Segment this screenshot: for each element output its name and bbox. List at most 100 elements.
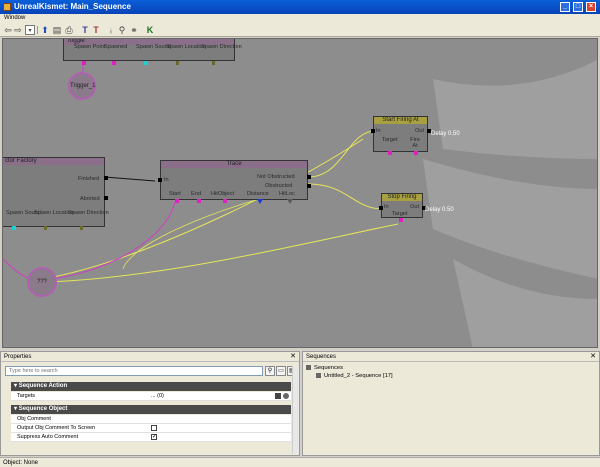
zoom-icon[interactable]: ⚲ (117, 25, 127, 35)
add-icon[interactable] (275, 393, 281, 399)
sequences-header: Sequences ✕ (303, 352, 599, 362)
tree-item-label: Sequences (314, 365, 344, 371)
property-row-obj-comment[interactable]: Obj Comment (11, 415, 291, 424)
status-text: Object: None (3, 460, 39, 466)
stop-firing-pin-label: Target (392, 211, 408, 217)
close-icon[interactable]: ✕ (590, 352, 596, 362)
trace-pin[interactable] (175, 199, 179, 203)
factory-finished-pin[interactable] (104, 176, 108, 180)
toggle-pin[interactable] (212, 61, 215, 65)
sequence-icon (316, 372, 321, 378)
object-variable[interactable]: ??? (27, 267, 57, 297)
text-icon[interactable]: T (80, 25, 90, 35)
toolbar: ⇦ ⇨ ▾ ⬆ ▤ ⎙ T T ᵢ ⚲ ⚭ K (0, 23, 600, 37)
start-firing-node[interactable]: Start Firing At In Out Target Fire At (371, 116, 431, 155)
toggle-pin[interactable] (144, 61, 148, 65)
category-sequence-action[interactable]: ▾ Sequence Action (11, 382, 291, 391)
maximize-button[interactable]: □ (573, 2, 583, 12)
factory-node-title: ctor Factory (3, 158, 104, 165)
property-row-suppress-comment[interactable]: Suppress Auto Comment ✓ (11, 433, 291, 442)
trigger-variable[interactable]: Trigger_1 (68, 72, 96, 100)
kismet-canvas[interactable]: Toggle Spawn Point Spawned Spawn Sound S… (2, 38, 598, 348)
property-value: ... (0) (151, 393, 164, 399)
dropdown-icon[interactable]: ▾ (25, 25, 35, 35)
category-sequence-object[interactable]: ▾ Sequence Object (11, 405, 291, 414)
trace-out-not-obstructed: Not Obstructed (257, 174, 295, 180)
forward-icon[interactable]: ⇨ (13, 25, 23, 35)
trace-out-obstructed: Obstructed (265, 183, 293, 189)
category-label: Sequence Object (18, 406, 68, 412)
factory-pin[interactable] (12, 226, 16, 230)
close-button[interactable]: × (586, 2, 596, 12)
actor-factory-node[interactable]: ctor Factory Finished Aborted Spawn Soun… (3, 157, 109, 230)
print-icon[interactable]: ⎙ (64, 25, 74, 35)
clear-search-icon[interactable]: ▭ (276, 366, 286, 376)
trace-pin[interactable] (287, 199, 293, 204)
menu-window[interactable]: Window (4, 15, 25, 21)
sequences-panel: Sequences ✕ Sequences Untitled_2 - Seque… (302, 351, 600, 456)
toggle-pin-label: Spawn Direction (201, 44, 242, 50)
factory-out-aborted: Aborted (80, 196, 100, 202)
clear-icon[interactable] (283, 393, 289, 399)
toolbar-separator (37, 26, 38, 34)
text-alt-icon[interactable]: T (91, 25, 101, 35)
properties-search-input[interactable] (5, 366, 263, 376)
property-label: Obj Comment (17, 416, 51, 422)
start-firing-pin-label: Fire At (410, 137, 420, 149)
trace-pin[interactable] (223, 199, 227, 203)
trace-in-label: In (164, 177, 169, 183)
window-title: UnrealKismet: Main_Sequence (14, 2, 131, 11)
start-firing-in-pin[interactable] (371, 129, 375, 133)
trace-not-obstructed-pin[interactable] (307, 175, 311, 179)
trace-pin-label: HitLoc (279, 191, 295, 197)
toggle-pin[interactable] (176, 61, 179, 65)
stop-firing-in-pin[interactable] (379, 206, 383, 210)
property-row-targets[interactable]: Targets ... (0) (11, 392, 291, 401)
factory-pin-label: Spawn Direction (68, 210, 109, 216)
trace-obstructed-pin[interactable] (307, 184, 311, 188)
tree-item-label: Untitled_2 - Sequence [17] (324, 373, 393, 379)
properties-panel: Properties ✕ ⚲ ▭ ▤ ▾ Sequence Action Tar… (0, 351, 300, 456)
back-icon[interactable]: ⇦ (3, 25, 13, 35)
trace-in-pin[interactable] (158, 178, 162, 182)
factory-aborted-pin[interactable] (104, 196, 108, 200)
toggle-pin[interactable] (82, 61, 86, 65)
wire-var-stop-target (42, 223, 399, 283)
trace-node[interactable]: Trace In Not Obstructed Obstructed Start… (158, 160, 311, 204)
stop-firing-target-pin[interactable] (399, 218, 403, 222)
factory-out-finished: Finished (78, 176, 100, 182)
toggle-pin[interactable] (112, 61, 116, 65)
stop-firing-node[interactable]: Stop Firing In Out Target (379, 193, 426, 222)
trace-pin-label: End (191, 191, 201, 197)
output-comment-checkbox[interactable] (151, 425, 157, 431)
start-firing-fireat-pin[interactable] (414, 151, 418, 155)
toggle-node[interactable]: Toggle Spawn Point Spawned Spawn Sound S… (63, 39, 242, 65)
property-label: Targets (17, 393, 36, 399)
up-icon[interactable]: ⬆ (40, 25, 50, 35)
factory-pin[interactable] (44, 226, 47, 230)
factory-pin[interactable] (80, 226, 83, 230)
trace-pin[interactable] (257, 199, 263, 204)
properties-scrollbar[interactable] (292, 366, 299, 454)
trace-node-title: Trace (161, 161, 307, 168)
search-icon[interactable]: ᵢ (106, 25, 116, 35)
suppress-comment-checkbox[interactable]: ✓ (151, 434, 157, 440)
trace-pin[interactable] (197, 199, 201, 203)
start-firing-in-label: In (376, 128, 381, 134)
trace-pin-label: Start (169, 191, 181, 197)
stop-firing-out-label: Out (410, 204, 420, 210)
app-icon (3, 3, 11, 11)
link-icon[interactable]: ⚭ (129, 25, 139, 35)
start-firing-target-pin[interactable] (388, 151, 392, 155)
trace-pin-label: HitObject (211, 191, 235, 197)
property-row-output-comment[interactable]: Output Obj Comment To Screen (11, 424, 291, 433)
k-icon[interactable]: K (145, 25, 155, 35)
tree-item-child[interactable]: Untitled_2 - Sequence [17] (306, 372, 393, 380)
toggle-pin-label: Spawn Location (166, 44, 206, 50)
close-icon[interactable]: ✕ (290, 352, 296, 362)
open-icon[interactable]: ▤ (52, 25, 62, 35)
minimize-button[interactable]: _ (560, 2, 570, 12)
tree-item-root[interactable]: Sequences (306, 364, 393, 372)
search-icon[interactable]: ⚲ (265, 366, 275, 376)
sequence-tree: Sequences Untitled_2 - Sequence [17] (306, 364, 393, 380)
